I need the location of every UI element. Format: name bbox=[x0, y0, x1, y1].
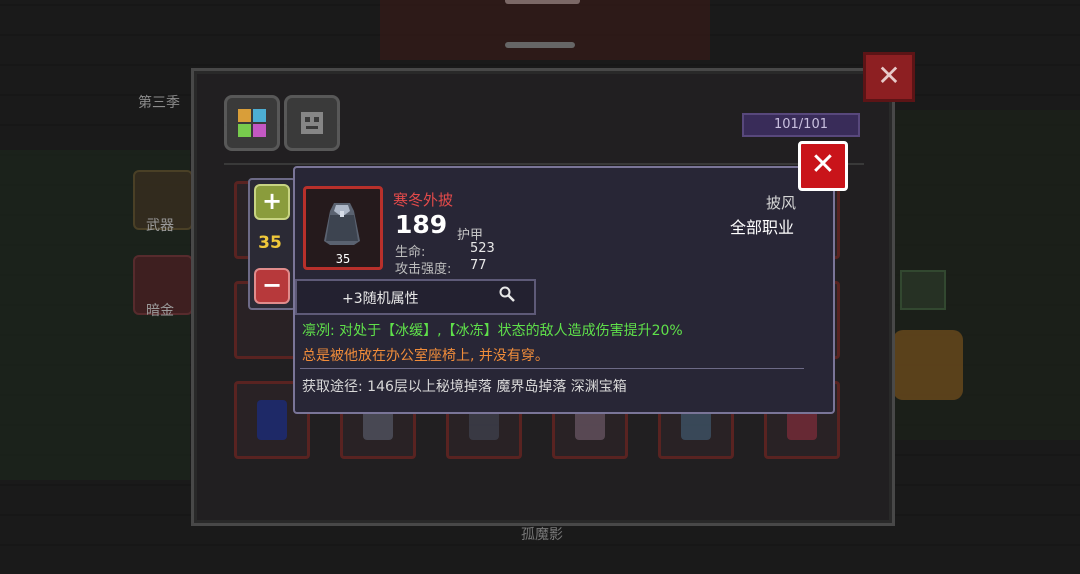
item-flavor-text: 总是被他放在办公室座椅上, 并没有穿。 bbox=[302, 348, 549, 364]
background-shop-stall bbox=[380, 0, 710, 60]
inventory-divider bbox=[224, 163, 864, 165]
background-npc bbox=[893, 330, 963, 400]
item-effect: 凛冽: 对处于【冰缓】,【冰冻】状态的敌人造成伤害提升20% bbox=[302, 323, 683, 339]
item-icon-level: 35 bbox=[335, 252, 351, 266]
armor-value: 189 bbox=[395, 210, 448, 239]
tooltip-divider bbox=[300, 368, 804, 369]
slot-item-icon bbox=[257, 400, 287, 440]
background-sign bbox=[900, 270, 946, 310]
level-increase-button[interactable]: + bbox=[254, 184, 290, 220]
dark-gold-tab-label: 暗金 bbox=[146, 303, 174, 319]
level-decrease-button[interactable]: − bbox=[254, 268, 290, 304]
inventory-close-button[interactable]: ✕ bbox=[863, 52, 915, 102]
stat-attack: 攻击强度: 77 bbox=[395, 258, 487, 277]
close-icon: ✕ bbox=[877, 59, 901, 92]
filter-all-button[interactable] bbox=[224, 95, 280, 151]
level-value: 35 bbox=[258, 233, 282, 253]
stat-attack-label: 攻击强度: bbox=[395, 262, 452, 277]
player-name: 孤魔影 bbox=[521, 527, 563, 543]
item-icon-frame: 35 bbox=[303, 186, 383, 270]
item-name: 寒冬外披 bbox=[393, 191, 454, 209]
random-attribute-button[interactable]: +3随机属性 bbox=[295, 279, 536, 315]
stat-attack-value: 77 bbox=[470, 258, 487, 273]
home-indicator bbox=[505, 42, 575, 48]
inventory-capacity: 101/101 bbox=[742, 113, 860, 137]
stat-hp-value: 523 bbox=[470, 241, 495, 256]
random-attribute-label: +3随机属性 bbox=[342, 291, 419, 307]
cloak-icon bbox=[324, 203, 360, 245]
grid-icon bbox=[238, 109, 266, 137]
armor-icon bbox=[301, 112, 323, 134]
filter-armor-button[interactable] bbox=[284, 95, 340, 151]
tooltip-close-button[interactable]: ✕ bbox=[798, 141, 848, 191]
weapon-tab-label: 武器 bbox=[146, 218, 174, 234]
magnifier-icon bbox=[499, 286, 515, 302]
season-label: 第三季 bbox=[138, 95, 180, 111]
item-type: 披风 bbox=[766, 194, 797, 212]
item-class: 全部职业 bbox=[730, 218, 795, 237]
item-source: 获取途径: 146层以上秘境掉落 魔界岛掉落 深渊宝箱 bbox=[302, 379, 627, 395]
